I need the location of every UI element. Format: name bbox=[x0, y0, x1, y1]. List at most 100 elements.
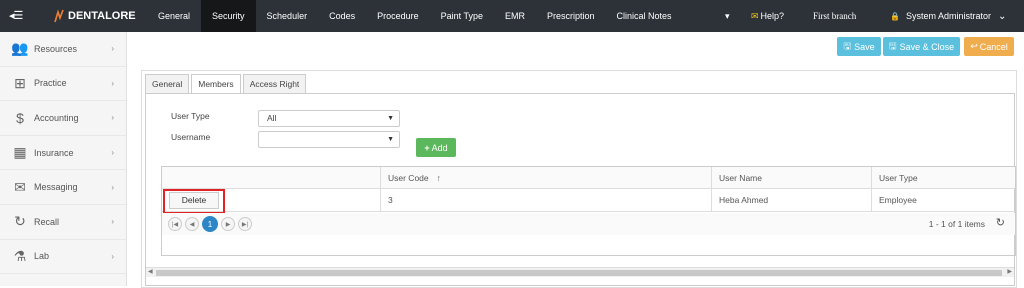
sidebar-item-label: Recall bbox=[34, 216, 60, 227]
lock-icon: 🔒 bbox=[890, 11, 900, 21]
save-button[interactable]: 🖫 Save bbox=[837, 37, 881, 56]
highlight-box bbox=[163, 189, 225, 214]
sidebar-item-recall[interactable]: ↻ Recall › bbox=[0, 205, 126, 240]
column-header-user-code[interactable]: User Code ↑ bbox=[381, 167, 712, 188]
nav-dropdown[interactable]: ▾ bbox=[725, 0, 730, 32]
logo-icon bbox=[54, 9, 64, 23]
members-panel: General Members Access Right User Type A… bbox=[141, 70, 1017, 288]
chevron-right-icon: › bbox=[111, 217, 114, 227]
scroll-right-icon[interactable]: ▶ bbox=[1007, 268, 1012, 275]
tab-strip: General Members Access Right bbox=[145, 74, 308, 94]
chevron-right-icon: › bbox=[111, 182, 114, 192]
user-type-label: User Type bbox=[171, 111, 210, 121]
members-grid: User Code ↑ User Name User Type Delete 3… bbox=[161, 166, 1016, 256]
building-icon: ▦ bbox=[13, 144, 27, 161]
chevron-right-icon: › bbox=[111, 113, 114, 123]
logo[interactable]: DENTALORE bbox=[54, 7, 136, 25]
floppy-icon: 🖫 bbox=[888, 40, 897, 51]
scroll-left-icon[interactable]: ◀ bbox=[148, 268, 153, 275]
undo-icon: ↩ bbox=[970, 41, 978, 51]
column-header-label: User Code bbox=[388, 172, 429, 183]
main-nav: General Security Scheduler Codes Procedu… bbox=[147, 0, 683, 32]
first-page-button[interactable]: |◀ bbox=[168, 217, 182, 231]
user-code-cell: 3 bbox=[381, 189, 712, 211]
scrollbar-thumb[interactable] bbox=[156, 270, 1002, 276]
logo-text: DENTALORE bbox=[68, 10, 136, 22]
nav-procedure[interactable]: Procedure bbox=[366, 0, 430, 32]
grid-header: User Code ↑ User Name User Type bbox=[162, 167, 1015, 189]
tab-body: User Type All ▼ Username ▼ + Add User Co… bbox=[145, 93, 1016, 286]
horizontal-scrollbar[interactable]: ◀ ▶ bbox=[146, 267, 1014, 277]
sidebar-item-label: Lab bbox=[34, 251, 50, 262]
nav-paint-type[interactable]: Paint Type bbox=[430, 0, 494, 32]
comments-icon: ✉ bbox=[751, 10, 759, 21]
refresh-icon: ↻ bbox=[14, 213, 26, 230]
sidebar-item-label: Insurance bbox=[34, 147, 74, 158]
sidebar-item-resources[interactable]: 👥 Resources › bbox=[0, 32, 126, 67]
sidebar-item-label: Practice bbox=[34, 78, 67, 89]
main-content: 🖫 Save 🖫 Save & Close ↩ Cancel General M… bbox=[128, 32, 1024, 288]
nav-prescription[interactable]: Prescription bbox=[536, 0, 606, 32]
column-header-user-name[interactable]: User Name bbox=[712, 167, 872, 188]
sidebar-item-label: Accounting bbox=[34, 112, 79, 123]
nav-emr[interactable]: EMR bbox=[494, 0, 536, 32]
chevron-right-icon: › bbox=[111, 78, 114, 88]
caret-down-icon: ▾ bbox=[725, 10, 730, 21]
last-page-button[interactable]: ▶| bbox=[238, 217, 252, 231]
next-page-button[interactable]: ▶ bbox=[221, 217, 235, 231]
add-button[interactable]: + Add bbox=[416, 138, 456, 157]
menu-collapse-icon[interactable]: ◂☰ bbox=[9, 9, 23, 22]
user-menu[interactable]: 🔒 System Administrator ⌄ bbox=[890, 0, 1006, 32]
user-type-value: All bbox=[267, 113, 277, 123]
medkit-icon: ⊞ bbox=[14, 74, 26, 91]
prev-page-button[interactable]: ◀ bbox=[185, 217, 199, 231]
flask-icon: ⚗ bbox=[13, 247, 27, 264]
username-select[interactable]: ▼ bbox=[258, 131, 400, 148]
dollar-icon: $ bbox=[16, 109, 24, 126]
current-page-button[interactable]: 1 bbox=[202, 216, 218, 232]
chevron-right-icon: › bbox=[111, 148, 114, 158]
sidebar-item-label: Resources bbox=[34, 43, 78, 54]
column-header-user-type[interactable]: User Type bbox=[872, 167, 1015, 188]
sidebar-item-messaging[interactable]: ✉ Messaging › bbox=[0, 170, 126, 205]
nav-scheduler[interactable]: Scheduler bbox=[256, 0, 319, 32]
save-close-button[interactable]: 🖫 Save & Close bbox=[883, 37, 960, 56]
chevron-down-icon: ⌄ bbox=[998, 10, 1007, 22]
sidebar-item-label: Messaging bbox=[34, 182, 78, 193]
nav-general[interactable]: General bbox=[147, 0, 201, 32]
add-label: Add bbox=[431, 142, 448, 153]
sidebar-item-insurance[interactable]: ▦ Insurance › bbox=[0, 136, 126, 171]
row-action-cell: Delete bbox=[162, 189, 381, 214]
tab-general[interactable]: General bbox=[145, 74, 190, 94]
help-link[interactable]: ✉ Help? bbox=[751, 0, 784, 32]
caret-down-icon: ▼ bbox=[387, 115, 394, 122]
column-header-action bbox=[162, 167, 381, 188]
branch-selector[interactable]: First branch bbox=[813, 0, 856, 32]
save-label: Save bbox=[854, 41, 875, 52]
help-label: Help? bbox=[760, 11, 785, 21]
envelope-icon: ✉ bbox=[14, 178, 26, 195]
user-type-select[interactable]: All ▼ bbox=[258, 110, 400, 127]
pager: |◀ ◀ 1 ▶ ▶| 1 - 1 of 1 items ↻ bbox=[162, 213, 1015, 235]
tab-members[interactable]: Members bbox=[191, 74, 241, 94]
user-name: System Administrator bbox=[905, 11, 991, 21]
user-type-cell: Employee bbox=[879, 195, 917, 205]
username-label: Username bbox=[171, 132, 211, 142]
nav-clinical-notes[interactable]: Clinical Notes bbox=[606, 0, 683, 32]
sort-asc-icon: ↑ bbox=[436, 172, 441, 183]
cancel-button[interactable]: ↩ Cancel bbox=[964, 37, 1014, 56]
page-info: 1 - 1 of 1 items bbox=[928, 219, 985, 229]
nav-codes[interactable]: Codes bbox=[318, 0, 366, 32]
top-navbar: ◂☰ DENTALORE General Security Scheduler … bbox=[0, 0, 1024, 32]
sidebar-item-practice[interactable]: ⊞ Practice › bbox=[0, 67, 126, 102]
nav-security[interactable]: Security bbox=[201, 0, 256, 32]
sidebar: 👥 Resources › ⊞ Practice › $ Accounting … bbox=[0, 32, 127, 286]
caret-down-icon: ▼ bbox=[387, 136, 394, 143]
sidebar-item-lab[interactable]: ⚗ Lab › bbox=[0, 240, 126, 275]
chevron-right-icon: › bbox=[111, 44, 114, 54]
user-name-cell: Heba Ahmed bbox=[712, 189, 872, 211]
sidebar-item-accounting[interactable]: $ Accounting › bbox=[0, 101, 126, 136]
save-close-label: Save & Close bbox=[899, 41, 955, 52]
refresh-icon[interactable]: ↻ bbox=[996, 216, 1005, 229]
tab-access-right[interactable]: Access Right bbox=[242, 74, 307, 94]
